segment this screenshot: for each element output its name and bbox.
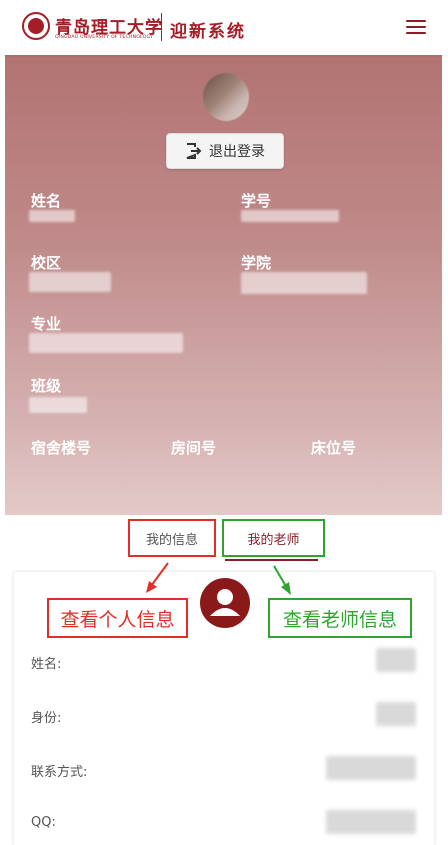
teacher-name-label: 姓名:: [31, 657, 62, 672]
tab-my-info[interactable]: 我的信息: [128, 519, 216, 557]
active-tab-indicator: [225, 559, 318, 561]
class-label: 班级: [31, 377, 62, 395]
university-english-name: QINGDAO UNIVERSITY OF TECHNOLOGY: [55, 35, 153, 40]
major-label: 专业: [31, 315, 62, 333]
teacher-qq-label: QQ:: [31, 815, 56, 830]
name-label: 姓名: [31, 192, 62, 210]
campus-label: 校区: [31, 254, 62, 272]
name-value-redacted: [29, 210, 75, 222]
college-label: 学院: [241, 254, 272, 272]
hamburger-menu-icon[interactable]: [404, 17, 428, 37]
top-header: 青岛理工大学 QINGDAO UNIVERSITY OF TECHNOLOGY …: [0, 0, 448, 55]
profile-panel: 退出登录 姓名 学号 校区 学院 专业 班级 宿舍楼号 房间号 床位号: [5, 55, 442, 515]
university-seal-icon: [22, 12, 50, 40]
room-label: 房间号: [171, 439, 217, 457]
teacher-identity-label: 身份:: [31, 711, 62, 726]
system-name: 迎新系统: [170, 22, 246, 42]
class-value-redacted: [29, 397, 87, 413]
college-value-redacted: [241, 272, 367, 294]
building-label: 宿舍楼号: [31, 439, 92, 457]
user-avatar-icon: [200, 578, 250, 628]
profile-photo: [203, 73, 249, 121]
student-id-value-redacted: [241, 210, 339, 222]
teacher-name-redacted: [376, 648, 416, 672]
teacher-contact-label: 联系方式:: [31, 765, 88, 780]
logout-button[interactable]: 退出登录: [166, 133, 284, 169]
sign-out-icon: [186, 143, 202, 159]
teacher-qq-redacted: [326, 810, 416, 834]
bed-label: 床位号: [311, 439, 357, 457]
major-value-redacted: [29, 333, 183, 353]
logo-divider: [161, 13, 162, 41]
tab-my-teacher[interactable]: 我的老师: [222, 519, 325, 557]
student-id-label: 学号: [241, 192, 272, 210]
annotation-personal-info: 查看个人信息: [47, 598, 188, 638]
campus-value-redacted: [29, 272, 111, 292]
teacher-contact-redacted: [326, 756, 416, 780]
teacher-identity-redacted: [376, 702, 416, 726]
logout-label: 退出登录: [209, 144, 265, 160]
annotation-teacher-info: 查看老师信息: [268, 598, 412, 638]
